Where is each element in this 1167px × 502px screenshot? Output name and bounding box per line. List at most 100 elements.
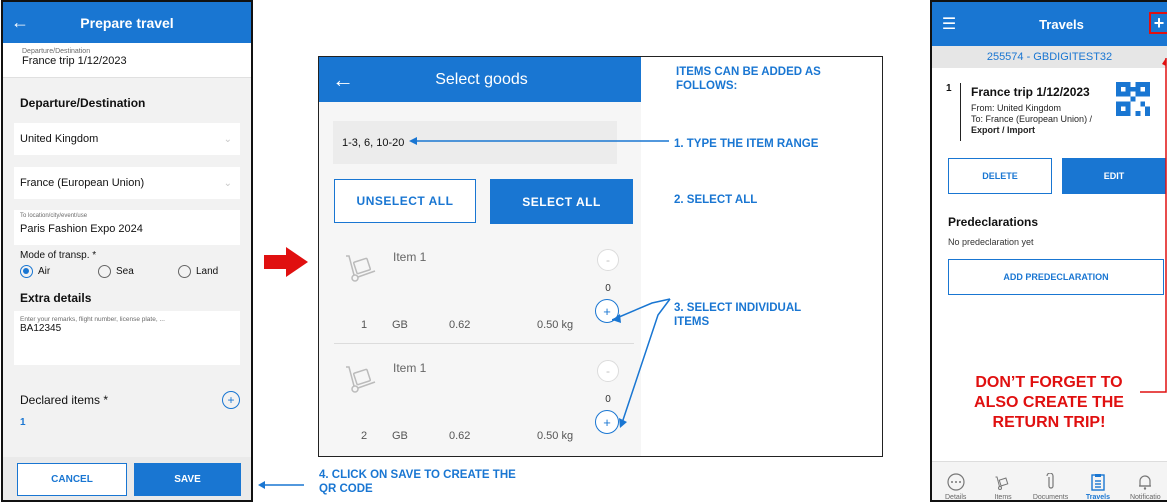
- goods-item-row: Item 1 - 0 + 2 GB 0.62 0.50 kg: [319, 350, 641, 452]
- travel-number: 1: [946, 83, 952, 94]
- divider: [334, 343, 634, 344]
- tutorial-canvas: ← Prepare travel Departure/Destination F…: [0, 0, 1167, 502]
- tab-label: Travels: [1085, 494, 1110, 501]
- mode-sea-radio[interactable]: Sea: [98, 265, 178, 278]
- app-bar: ☰ Travels +: [932, 2, 1167, 46]
- extra-details-value: BA12345: [20, 323, 62, 334]
- item-quantity: 0: [605, 283, 611, 294]
- tab-items[interactable]: Items: [979, 462, 1026, 501]
- red-arrow-right-icon: [264, 247, 308, 277]
- travel-type: Export / Import: [971, 125, 1036, 135]
- extra-details-textarea[interactable]: Enter your remarks, flight number, licen…: [14, 311, 240, 365]
- bell-icon: [1139, 475, 1152, 490]
- departure-value: United Kingdom: [20, 133, 99, 145]
- trip-name-field[interactable]: Departure/Destination France trip 1/12/2…: [3, 43, 251, 78]
- form-body: Departure/Destination France trip 1/12/2…: [3, 43, 251, 459]
- tab-label: Documents: [1032, 494, 1069, 501]
- mode-air-radio[interactable]: Air: [20, 265, 98, 278]
- extra-details-placeholder: Enter your remarks, flight number, licen…: [20, 316, 165, 323]
- hand-truck-icon: [346, 255, 376, 282]
- note-step-3: 3. SELECT INDIVIDUAL ITEMS: [674, 302, 801, 328]
- item-index: 2: [361, 430, 368, 442]
- return-trip-warning: DON’T FORGET TO ALSO CREATE THE RETURN T…: [974, 374, 1124, 431]
- note-step-2: 2. SELECT ALL: [674, 194, 758, 206]
- bottom-tab-bar: Details Items Documents Travels Notifica…: [932, 461, 1167, 501]
- tab-label: Items: [994, 494, 1012, 501]
- unselect-all-button[interactable]: UNSELECT ALL: [334, 179, 476, 223]
- item-name: Item 1: [393, 250, 427, 264]
- tab-label: Notificatio: [1129, 494, 1161, 501]
- hand-truck-icon: [995, 476, 1009, 490]
- location-value: Paris Fashion Expo 2024: [20, 223, 143, 235]
- section-extra-details: Extra details: [20, 291, 92, 305]
- arrows-to-plus-buttons-icon: [612, 298, 671, 428]
- radio-empty-icon: [178, 265, 191, 278]
- mode-sea-label: Sea: [116, 266, 134, 277]
- declared-items-title: Declared items *: [20, 393, 109, 407]
- note-step-4: 4. CLICK ON SAVE TO CREATE THE QR CODE: [319, 469, 516, 495]
- mode-land-radio[interactable]: Land: [178, 265, 218, 278]
- travel-to: To: France (European Union) /: [971, 114, 1093, 124]
- delete-travel-button[interactable]: DELETE: [948, 158, 1052, 194]
- app-bar: ← Prepare travel: [3, 2, 251, 43]
- more-horizontal-icon: [947, 473, 965, 491]
- arrow-left-icon[interactable]: ←: [3, 12, 37, 33]
- destination-value: France (European Union): [20, 177, 145, 189]
- item-country: GB: [392, 319, 408, 331]
- clipboard-icon: [1091, 474, 1105, 491]
- hand-truck-icon: [346, 366, 376, 393]
- paperclip-icon: [1045, 473, 1054, 489]
- radio-selected-icon: [20, 265, 33, 278]
- chevron-down-icon: ⌄: [223, 133, 232, 145]
- note-step-1: 1. TYPE THE ITEM RANGE: [674, 138, 819, 150]
- page-title: Travels: [1039, 16, 1084, 32]
- select-goods-body: 1-3, 6, 10-20 UNSELECT ALL SELECT ALL It…: [319, 102, 641, 456]
- destination-select[interactable]: France (European Union) ⌄: [14, 167, 240, 199]
- travel-title: France trip 1/12/2023: [971, 85, 1090, 99]
- arrow-left-annotation-icon: [409, 137, 669, 145]
- declared-items-count: 1: [20, 417, 26, 428]
- tab-label: Details: [945, 494, 967, 501]
- chevron-down-icon: ⌄: [223, 177, 232, 189]
- tab-notifications[interactable]: Notificatio: [1122, 462, 1167, 501]
- item-name: Item 1: [393, 361, 427, 375]
- transport-mode-options: Air Sea Land: [20, 265, 234, 278]
- departure-select[interactable]: United Kingdom ⌄: [14, 123, 240, 155]
- add-item-plus-icon[interactable]: +: [222, 391, 240, 409]
- location-field[interactable]: To location/city/event/use Paris Fashion…: [14, 210, 240, 245]
- cancel-button[interactable]: CANCEL: [17, 463, 127, 496]
- decrease-qty-button[interactable]: -: [597, 249, 619, 271]
- add-travel-button[interactable]: +: [1149, 12, 1167, 34]
- tab-travels[interactable]: Travels: [1074, 462, 1121, 501]
- transport-mode-group: Mode of transp. * Air Sea Land: [14, 245, 240, 278]
- trip-name-label: Departure/Destination: [22, 48, 91, 55]
- item-country: GB: [392, 430, 408, 442]
- goods-item-row: Item 1 - 0 + 1 GB 0.62 0.50 kg: [319, 239, 641, 341]
- item-weight: 0.50 kg: [537, 430, 574, 442]
- menu-icon[interactable]: ☰: [932, 14, 966, 34]
- mode-land-label: Land: [196, 266, 219, 277]
- form-footer: CANCEL SAVE: [3, 457, 251, 500]
- mode-air-label: Air: [38, 266, 51, 277]
- save-button[interactable]: SAVE: [134, 463, 241, 496]
- page-title: Prepare travel: [80, 14, 174, 31]
- select-goods-screen: ← Select goods 1-3, 6, 10-20 UNSELECT AL…: [318, 56, 883, 457]
- note-intro: ITEMS CAN BE ADDED AS FOLLOWS:: [676, 66, 821, 92]
- trip-name-value: France trip 1/12/2023: [22, 55, 127, 67]
- tab-details[interactable]: Details: [932, 462, 979, 501]
- declared-items-row: Declared items * +: [14, 365, 240, 409]
- select-all-button[interactable]: SELECT ALL: [490, 179, 633, 224]
- arrow-left-icon[interactable]: ←: [319, 67, 367, 93]
- add-predeclaration-button[interactable]: ADD PREDECLARATION: [948, 259, 1164, 295]
- section-departure-destination: Departure/Destination: [20, 96, 146, 110]
- travel-from: From: United Kingdom: [971, 103, 1062, 113]
- item-weight: 0.50 kg: [537, 319, 574, 331]
- account-subtitle: 255574 - GBDIGITEST32: [932, 46, 1167, 68]
- radio-empty-icon: [98, 265, 111, 278]
- tab-documents[interactable]: Documents: [1027, 462, 1074, 501]
- prepare-travel-screen: ← Prepare travel Departure/Destination F…: [1, 0, 253, 502]
- page-title: Select goods: [435, 70, 528, 88]
- item-value: 0.62: [449, 319, 471, 331]
- predeclarations-title: Predeclarations: [948, 215, 1039, 229]
- app-bar: ← Select goods: [319, 57, 641, 102]
